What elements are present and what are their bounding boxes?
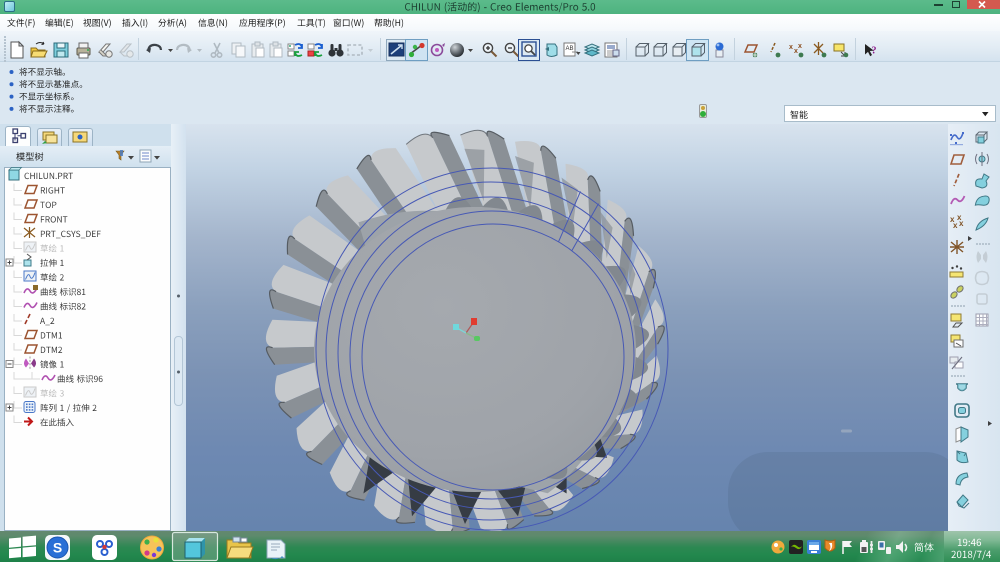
svg-text:x: x (953, 221, 958, 230)
svg-text:S: S (53, 540, 62, 556)
svg-text:x: x (798, 43, 802, 50)
svg-text:x: x (959, 219, 964, 228)
svg-text:x: x (789, 44, 793, 51)
svg-text:AB: AB (566, 46, 574, 52)
svg-text:?: ? (872, 46, 877, 57)
